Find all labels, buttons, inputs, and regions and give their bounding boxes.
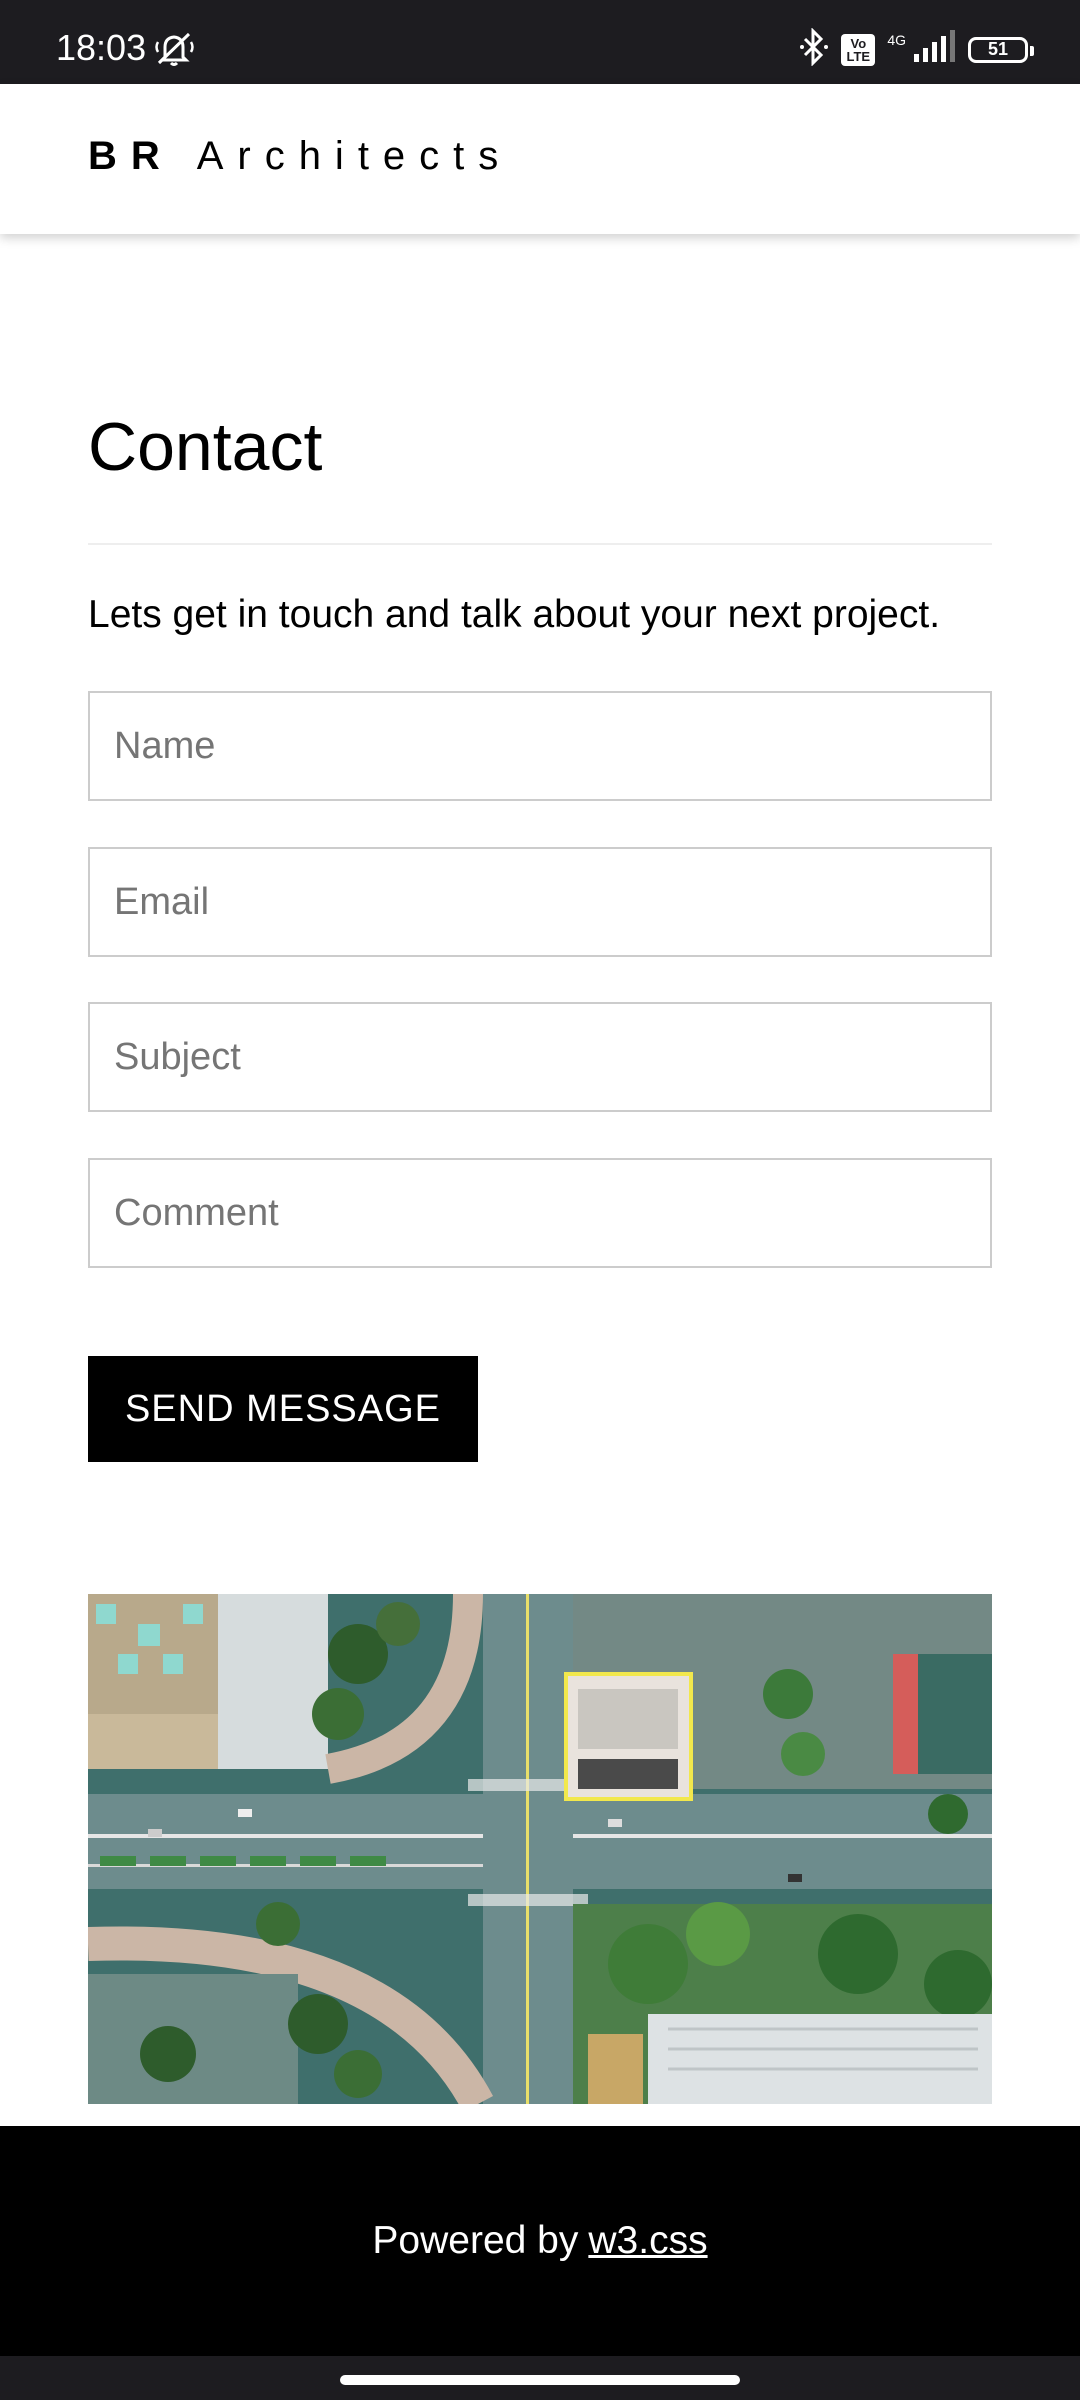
- network-type: 4G: [887, 31, 906, 48]
- subject-input[interactable]: [88, 1002, 992, 1112]
- footer: Powered by w3.css: [0, 2126, 1080, 2356]
- bluetooth-icon: [799, 27, 829, 71]
- home-indicator[interactable]: [340, 2375, 740, 2385]
- comment-input[interactable]: [88, 1158, 992, 1268]
- brand-logo[interactable]: BR Architects: [88, 134, 512, 179]
- status-time: 18:03: [56, 27, 147, 68]
- w3css-link[interactable]: w3.css: [588, 2219, 707, 2263]
- brand-name: Architects: [196, 134, 513, 178]
- brand-bold: BR: [88, 134, 174, 178]
- status-bar: 18:03 Vo LTE 4G 51: [0, 0, 1080, 84]
- system-nav-bar: [0, 2356, 1080, 2400]
- volte-icon: Vo LTE: [841, 33, 876, 66]
- contact-intro: Lets get in touch and talk about your ne…: [88, 593, 941, 636]
- divider: [88, 543, 992, 545]
- footer-text: Powered by: [372, 2219, 579, 2262]
- top-navbar: BR Architects: [0, 84, 1080, 234]
- aerial-map-image: [88, 1594, 992, 2104]
- send-message-button[interactable]: SEND MESSAGE: [88, 1356, 478, 1462]
- email-input[interactable]: [88, 847, 992, 957]
- page-title: Contact: [88, 409, 323, 485]
- mute-icon: [154, 30, 200, 73]
- signal-icon: [912, 30, 956, 69]
- name-input[interactable]: [88, 691, 992, 801]
- battery-icon: 51: [968, 36, 1034, 63]
